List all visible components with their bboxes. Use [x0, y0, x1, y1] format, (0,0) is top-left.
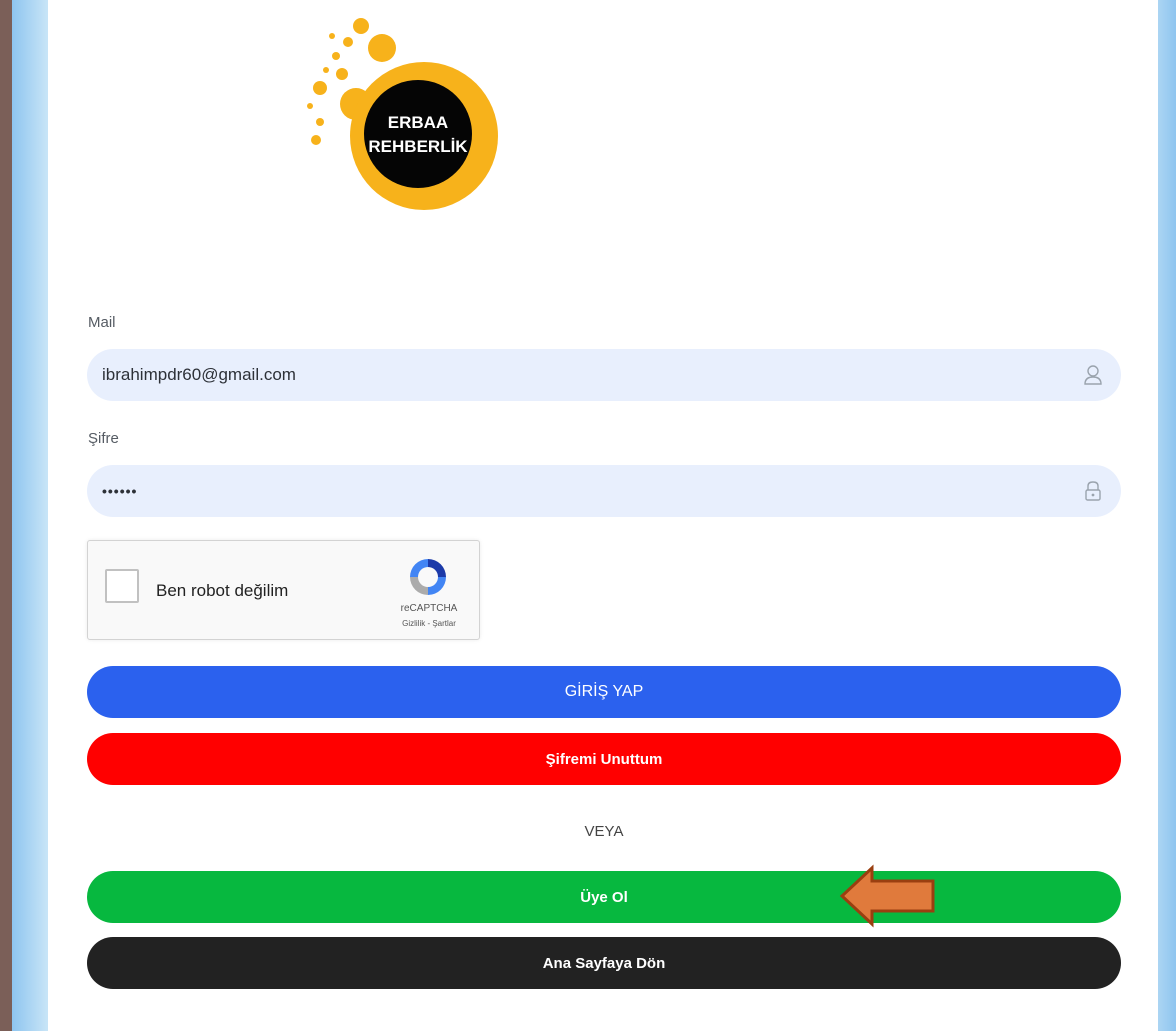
password-label: Şifre	[88, 430, 119, 447]
user-icon	[1084, 365, 1102, 385]
password-input[interactable]: ••••••	[87, 465, 1121, 517]
logo-text-line1: ERBAA	[388, 113, 448, 132]
lock-icon	[1085, 481, 1101, 501]
recaptcha-label: Ben robot değilim	[156, 581, 289, 600]
register-button[interactable]: Üye Ol	[87, 871, 1121, 923]
annotation-arrow-icon	[839, 864, 935, 928]
forgot-password-button[interactable]: Şifremi Unuttum	[87, 733, 1121, 785]
recaptcha-widget: Ben robot değilim reCAPTCHA Gizlilik - Ş…	[87, 540, 480, 640]
logo-text-line2: REHBERLİK	[368, 137, 468, 156]
recaptcha-brand: reCAPTCHA	[400, 603, 458, 614]
erbaa-rehberlik-logo: ERBAA REHBERLİK	[307, 18, 498, 210]
recaptcha-links[interactable]: Gizlilik - Şartlar	[390, 619, 468, 628]
mail-input[interactable]: ibrahimpdr60@gmail.com	[87, 349, 1121, 401]
back-to-home-button[interactable]: Ana Sayfaya Dön	[87, 937, 1121, 989]
mail-input-value: ibrahimpdr60@gmail.com	[102, 365, 296, 384]
recaptcha-logo-icon	[410, 559, 446, 595]
login-button[interactable]: GİRİŞ YAP	[87, 666, 1121, 718]
mail-label: Mail	[88, 314, 116, 331]
or-divider: VEYA	[584, 823, 624, 840]
recaptcha-checkbox[interactable]	[105, 569, 139, 603]
password-input-value: ••••••	[102, 483, 138, 499]
